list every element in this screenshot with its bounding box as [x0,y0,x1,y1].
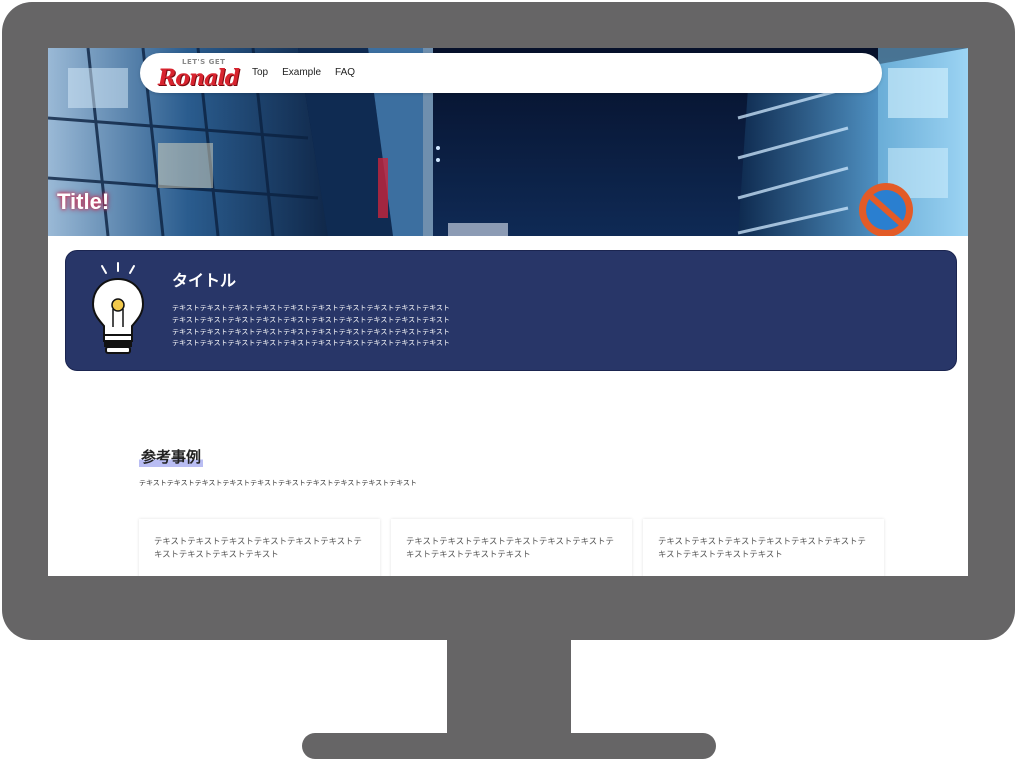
logo-wordmark: Ronald [158,65,240,91]
nav-link-example[interactable]: Example [282,67,321,78]
main-nav: Top Example FAQ [252,67,355,78]
case-list: テキストテキストテキストテキストテキストテキストテキストテキストテキストテキスト… [139,519,884,576]
case-card-text: テキストテキストテキストテキストテキストテキストテキストテキストテキストテキスト [154,536,362,559]
monitor-stand-neck [447,636,571,740]
hero-title: Title! [57,189,110,214]
case-card-text: テキストテキストテキストテキストテキストテキストテキストテキストテキストテキスト [406,536,614,559]
screen: LET'S GET Ronald Top Example FAQ Title! [48,48,968,576]
info-card-line: テキストテキストテキストテキストテキストテキストテキストテキストテキストテキスト [172,339,450,348]
case-card-text: テキストテキストテキストテキストテキストテキストテキストテキストテキストテキスト [658,536,866,559]
section-description: テキストテキストテキストテキストテキストテキストテキストテキストテキストテキスト [139,479,417,487]
site-logo[interactable]: LET'S GET Ronald [158,58,240,91]
monitor-stand-base [302,733,716,759]
info-card-line: テキストテキストテキストテキストテキストテキストテキストテキストテキストテキスト [172,327,450,336]
case-card[interactable]: テキストテキストテキストテキストテキストテキストテキストテキストテキストテキスト [391,519,632,576]
nav-link-top[interactable]: Top [252,67,268,78]
info-card-line: テキストテキストテキストテキストテキストテキストテキストテキストテキストテキスト [172,304,450,312]
info-card-line: テキストテキストテキストテキストテキストテキストテキストテキストテキストテキスト [172,315,450,324]
case-card[interactable]: テキストテキストテキストテキストテキストテキストテキストテキストテキストテキスト [139,519,380,576]
section-title: 参考事例 [139,446,204,467]
hero-banner: LET'S GET Ronald Top Example FAQ Title! [48,48,968,236]
case-card[interactable]: テキストテキストテキストテキストテキストテキストテキストテキストテキストテキスト [643,519,884,576]
info-card-title: タイトル [172,271,237,290]
lightbulb-icon [91,262,145,354]
info-card-text: テキストテキストテキストテキストテキストテキストテキストテキストテキストテキスト… [172,303,492,350]
header-nav-bar: LET'S GET Ronald Top Example FAQ [140,53,882,93]
info-card: タイトル テキストテキストテキストテキストテキストテキストテキストテキストテキス… [65,250,957,371]
nav-link-faq[interactable]: FAQ [335,67,355,78]
